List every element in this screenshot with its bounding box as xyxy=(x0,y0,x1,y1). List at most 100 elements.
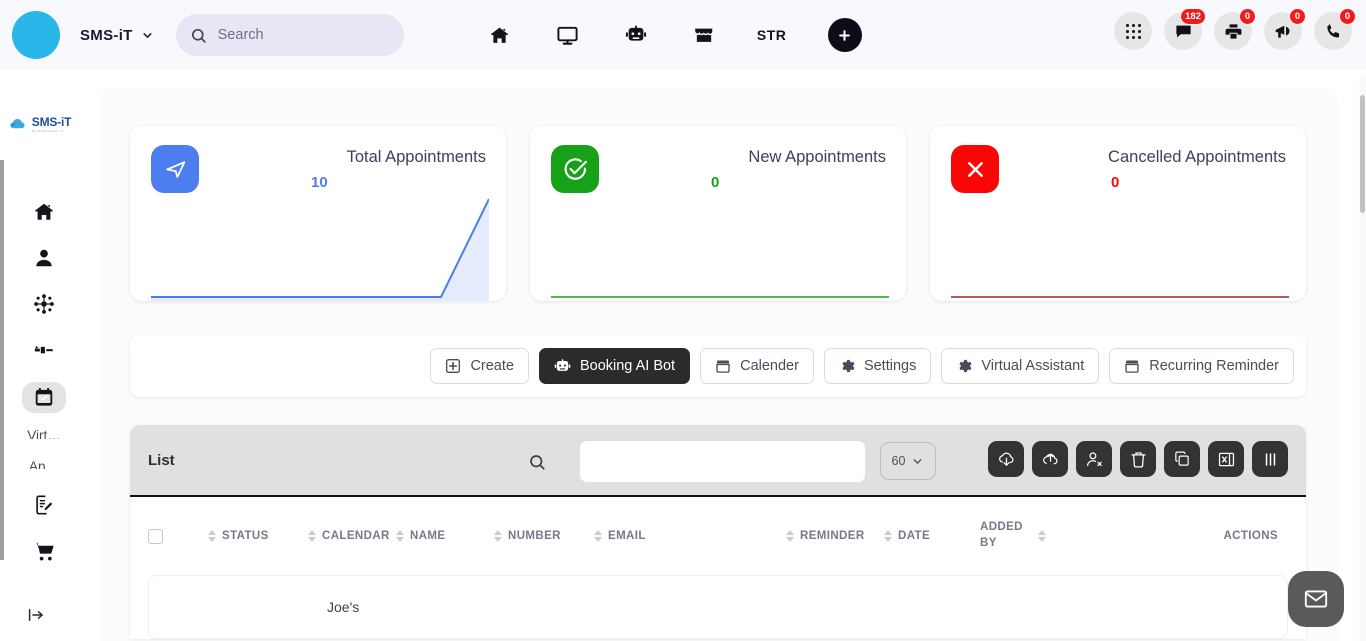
table-row[interactable]: Joe's xyxy=(148,575,1288,639)
printer-icon xyxy=(1225,23,1241,39)
calendar-check-icon xyxy=(35,388,53,406)
list-search-input[interactable] xyxy=(580,441,865,482)
sort-icon[interactable] xyxy=(786,530,794,542)
calendar-icon xyxy=(715,358,731,374)
page-scrollbar-thumb[interactable] xyxy=(1360,95,1365,213)
column-header-added-by[interactable]: ADDED BY xyxy=(980,520,1032,551)
brand-avatar[interactable] xyxy=(12,11,60,59)
nav-store-button[interactable] xyxy=(670,13,738,57)
duplicate-button[interactable] xyxy=(1164,441,1200,477)
search-icon xyxy=(528,453,546,471)
gear-icon xyxy=(956,358,972,374)
main-content-area: Total Appointments 10 New Appointments 0 xyxy=(98,88,1338,641)
create-button[interactable]: Create xyxy=(430,348,529,384)
trash-icon xyxy=(1130,451,1146,467)
sidebar-item-apps[interactable]: Ap… xyxy=(15,459,73,470)
announcements-button[interactable]: 0 xyxy=(1264,8,1306,50)
column-header-reminder[interactable]: REMINDER xyxy=(800,530,865,542)
sidebar-item-virtual[interactable]: Virt… xyxy=(15,428,73,439)
document-edit-icon xyxy=(36,495,53,515)
column-header-number[interactable]: NUMBER xyxy=(508,530,561,542)
sort-icon[interactable] xyxy=(308,530,316,542)
stat-card-cancelled: Cancelled Appointments 0 xyxy=(930,126,1306,301)
stat-value: 10 xyxy=(311,174,328,191)
sidebar-item-pipeline[interactable] xyxy=(22,335,66,366)
column-header-calendar[interactable]: CALENDAR xyxy=(322,530,390,542)
calendar-icon xyxy=(1124,358,1140,374)
global-search-box[interactable] xyxy=(175,14,404,56)
chat-fab-button[interactable] xyxy=(1288,571,1344,627)
nav-monitor-button[interactable] xyxy=(534,13,602,57)
messages-badge: 182 xyxy=(1180,8,1206,25)
sidebar-item-network[interactable] xyxy=(22,289,66,320)
sort-icon[interactable] xyxy=(884,530,892,542)
sort-icon[interactable] xyxy=(494,530,502,542)
action-toolbar-wrapper: Create Booking AI Bot Calender Settings … xyxy=(98,301,1338,397)
button-label: Virtual Assistant xyxy=(981,358,1085,374)
calls-button[interactable]: 0 xyxy=(1314,8,1356,50)
top-right-actions: 182 0 0 0 xyxy=(1102,8,1356,50)
booking-ai-bot-button[interactable]: Booking AI Bot xyxy=(538,348,691,384)
user-remove-icon xyxy=(1086,451,1102,466)
cloud-upload-button[interactable] xyxy=(1032,441,1068,477)
column-header-name[interactable]: NAME xyxy=(410,530,445,542)
network-icon xyxy=(34,294,54,315)
robot-icon xyxy=(554,358,571,375)
columns-icon xyxy=(1265,452,1275,466)
list-action-buttons xyxy=(988,441,1288,477)
sparkline-chart xyxy=(551,296,889,298)
shopping-cart-icon xyxy=(33,542,54,561)
action-toolbar: Create Booking AI Bot Calender Settings … xyxy=(130,335,1306,397)
recurring-reminder-button[interactable]: Recurring Reminder xyxy=(1109,348,1294,384)
column-header-date[interactable]: DATE xyxy=(898,530,930,542)
cloud-download-button[interactable] xyxy=(988,441,1024,477)
nav-str-button[interactable]: STR xyxy=(738,13,806,57)
column-header-email[interactable]: EMAIL xyxy=(608,530,646,542)
calls-badge: 0 xyxy=(1339,8,1356,25)
calender-button[interactable]: Calender xyxy=(700,348,814,384)
sidebar-item-store[interactable] xyxy=(22,536,66,567)
sparkline-chart xyxy=(151,198,489,301)
select-all-checkbox[interactable] xyxy=(148,528,163,544)
sort-icon[interactable] xyxy=(396,530,404,542)
nav-robot-button[interactable] xyxy=(602,13,670,57)
apps-grid-button[interactable] xyxy=(1114,12,1152,50)
page-size-select[interactable]: 60 xyxy=(880,442,936,480)
sort-icon[interactable] xyxy=(594,530,602,542)
sidebar-item-appointments[interactable] xyxy=(22,381,66,413)
nav-home-button[interactable] xyxy=(466,13,534,57)
columns-button[interactable] xyxy=(1252,441,1288,477)
column-header-status[interactable]: STATUS xyxy=(222,530,269,542)
settings-button[interactable]: Settings xyxy=(823,348,932,384)
stat-title: Cancelled Appointments xyxy=(1108,148,1286,166)
remove-user-button[interactable] xyxy=(1076,441,1112,477)
cell-calendar: Joe's xyxy=(327,599,360,615)
sidebar-item-home[interactable] xyxy=(22,196,66,227)
delete-button[interactable] xyxy=(1120,441,1156,477)
excel-export-icon xyxy=(1218,452,1234,466)
chevron-down-icon[interactable] xyxy=(141,29,154,42)
print-button[interactable]: 0 xyxy=(1214,8,1256,50)
sidebar-logo[interactable]: SMS-iT Do the Business: iT xyxy=(0,100,80,148)
sidebar-item-forms[interactable] xyxy=(22,489,66,520)
check-circle-icon xyxy=(551,145,599,193)
gear-icon xyxy=(839,358,855,374)
sort-icon[interactable] xyxy=(208,530,216,542)
top-navigation-bar: SMS-iT STR 182 xyxy=(0,0,1366,70)
sidebar-scroll-rail[interactable] xyxy=(0,160,4,560)
button-label: Create xyxy=(470,358,514,374)
home-icon xyxy=(35,203,53,220)
sort-icon[interactable] xyxy=(1038,530,1046,542)
brand-name: SMS-iT xyxy=(80,26,133,44)
add-new-button[interactable] xyxy=(827,18,862,52)
megaphone-icon xyxy=(1275,25,1290,38)
virtual-assistant-button[interactable]: Virtual Assistant xyxy=(941,348,1100,384)
list-search-box[interactable] xyxy=(530,441,865,482)
page-size-value: 60 xyxy=(891,454,906,468)
export-excel-button[interactable] xyxy=(1208,441,1244,477)
messages-button[interactable]: 182 xyxy=(1164,8,1206,50)
cloud-download-icon xyxy=(998,452,1014,466)
sidebar-item-contacts[interactable] xyxy=(22,242,66,273)
sidebar-collapse-button[interactable] xyxy=(26,606,46,624)
search-input[interactable] xyxy=(217,27,388,43)
